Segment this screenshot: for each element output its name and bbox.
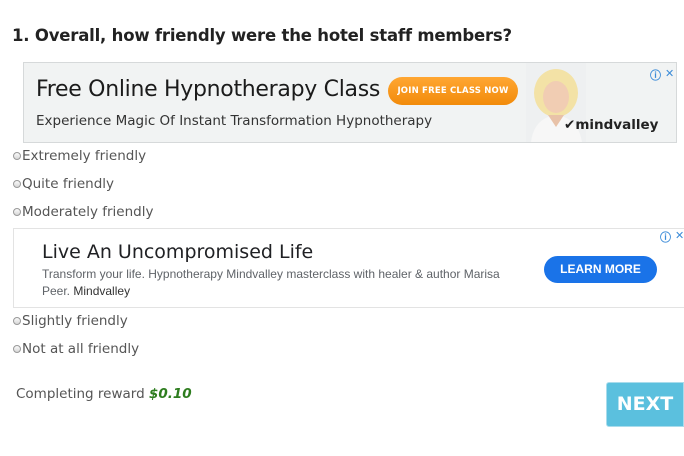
learn-more-button[interactable]: LEARN MORE <box>544 256 657 283</box>
ad-advertiser: Mindvalley <box>73 283 131 298</box>
option-extremely-friendly[interactable]: Extremely friendly <box>13 147 146 165</box>
option-not-at-all-friendly[interactable]: Not at all friendly <box>13 340 139 358</box>
option-label: Quite friendly <box>22 176 115 192</box>
ad-title[interactable]: Free Online Hypnotherapy Class <box>36 77 380 102</box>
join-free-class-button[interactable]: JOIN FREE CLASS NOW <box>388 77 518 105</box>
mindvalley-text-ad[interactable]: Live An Uncompromised Life Transform you… <box>13 228 684 308</box>
info-icon[interactable]: ⓘ <box>650 67 661 83</box>
ad-subtitle[interactable]: Experience Magic Of Instant Transformati… <box>36 113 432 129</box>
option-quite-friendly[interactable]: Quite friendly <box>13 175 114 193</box>
option-moderately-friendly[interactable]: Moderately friendly <box>13 203 153 221</box>
option-label: Not at all friendly <box>22 341 140 357</box>
option-label: Extremely friendly <box>22 148 147 164</box>
brand-name: mindvalley <box>575 117 659 133</box>
close-icon[interactable]: ✕ <box>675 229 684 242</box>
radio-button[interactable] <box>13 345 21 353</box>
next-button[interactable]: NEXT <box>606 382 684 427</box>
mindvalley-logo: ✔mindvalley <box>564 117 659 133</box>
ad-title[interactable]: Live An Uncompromised Life <box>42 241 313 263</box>
reward-amount: $0.10 <box>148 386 192 402</box>
radio-button[interactable] <box>13 317 21 325</box>
radio-button[interactable] <box>13 152 21 160</box>
close-icon[interactable]: ✕ <box>665 67 674 80</box>
option-slightly-friendly[interactable]: Slightly friendly <box>13 312 128 330</box>
question-title: 1. Overall, how friendly were the hotel … <box>12 26 512 45</box>
radio-button[interactable] <box>13 208 21 216</box>
completing-reward: Completing reward $0.10 <box>16 386 192 402</box>
hypnotherapy-ad-banner[interactable]: Free Online Hypnotherapy Class Experienc… <box>23 62 677 143</box>
reward-label: Completing reward <box>16 386 145 402</box>
info-icon[interactable]: ⓘ <box>660 229 671 245</box>
option-label: Slightly friendly <box>22 313 128 329</box>
option-label: Moderately friendly <box>22 204 154 220</box>
ad-description: Transform your life. Hypnotherapy Mindva… <box>42 266 502 299</box>
radio-button[interactable] <box>13 180 21 188</box>
